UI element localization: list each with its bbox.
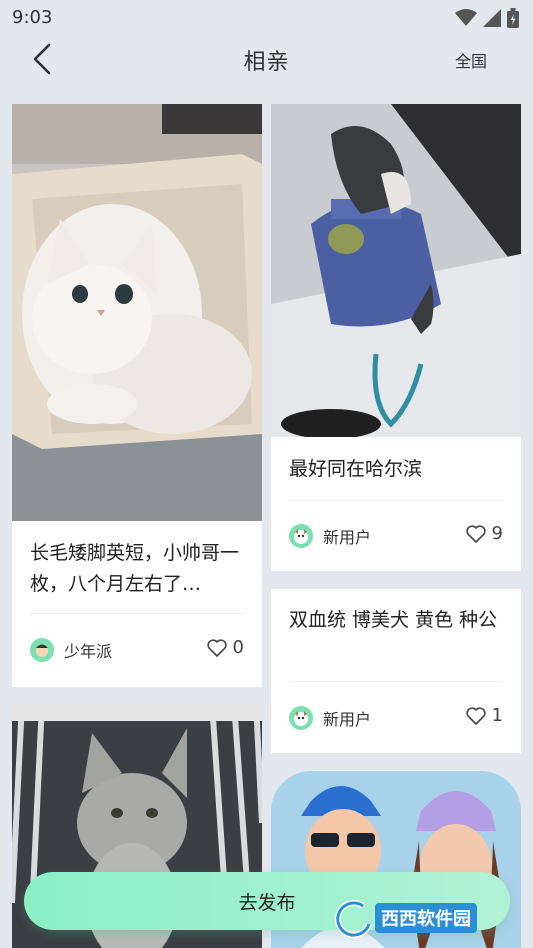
logo-swoosh-icon: [335, 900, 372, 938]
avatar: [30, 638, 54, 662]
battery-icon: [507, 8, 519, 28]
author-name: 少年派: [64, 642, 113, 661]
heart-icon: [465, 524, 486, 543]
post-card[interactable]: 长毛矮脚英短，小帅哥一枚，八个月左右了… 少年派 0: [12, 104, 262, 687]
like-count: 0: [232, 637, 244, 658]
status-bar: 9:03: [0, 0, 533, 36]
post-author[interactable]: 新用户: [289, 524, 371, 548]
avatar: [289, 706, 313, 730]
region-selector[interactable]: 全国: [455, 48, 487, 72]
post-photo: [271, 104, 521, 437]
divider: [30, 613, 244, 614]
app-header: 相亲 全国: [0, 36, 533, 84]
page-title: 相亲: [243, 50, 290, 75]
divider: [289, 681, 503, 682]
divider: [289, 500, 503, 501]
author-name: 新用户: [323, 710, 372, 729]
post-caption: 长毛矮脚英短，小帅哥一枚，八个月左右了…: [30, 542, 240, 595]
watermark-subtext: CR173.COM: [407, 925, 461, 935]
watermark-logo: 西西软件园 CR173.COM: [335, 898, 515, 938]
post-card[interactable]: 最好同在哈尔滨 新用户 9: [271, 104, 521, 571]
post-caption: 双血统 博美犬 黄色 种公: [289, 609, 498, 631]
like-count: 1: [491, 705, 503, 726]
status-icons: [455, 8, 519, 28]
post-photo: [12, 104, 262, 521]
like-button[interactable]: 1: [465, 705, 503, 726]
like-button[interactable]: 0: [206, 637, 244, 658]
like-count: 9: [491, 523, 503, 544]
post-author[interactable]: 新用户: [289, 706, 371, 730]
post-caption: 最好同在哈尔滨: [289, 458, 423, 480]
status-time: 9:03: [12, 7, 53, 28]
avatar: [289, 524, 313, 548]
like-button[interactable]: 9: [465, 523, 503, 544]
signal-icon: [483, 9, 501, 27]
wifi-icon: [455, 9, 477, 26]
dog-photo: [271, 104, 521, 437]
post-author[interactable]: 少年派: [30, 638, 112, 662]
post-feed: 长毛矮脚英短，小帅哥一枚，八个月左右了… 少年派 0 最好同在哈尔滨 新用户 9…: [0, 103, 533, 948]
heart-icon: [206, 638, 227, 657]
author-name: 新用户: [323, 528, 372, 547]
cat-photo: [12, 104, 262, 521]
heart-icon: [465, 706, 486, 725]
post-card[interactable]: 双血统 博美犬 黄色 种公 新用户 1: [271, 589, 521, 753]
